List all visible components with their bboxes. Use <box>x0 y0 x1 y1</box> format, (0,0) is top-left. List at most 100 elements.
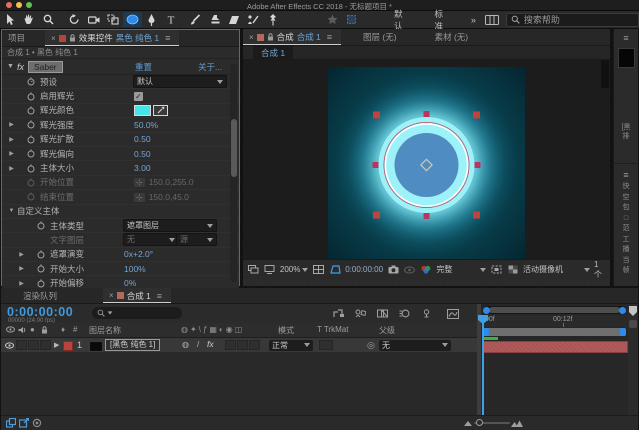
layer-switch-cell[interactable] <box>249 340 260 350</box>
layer-sampling-switch[interactable]: / <box>197 340 199 349</box>
layer-switch-cell[interactable] <box>237 340 248 350</box>
timeline-graph-area[interactable]: 00f 00:12f <box>481 304 628 415</box>
zoom-tool[interactable] <box>38 12 57 27</box>
toggle-switches-modes-icon[interactable] <box>17 418 30 429</box>
composition-image[interactable] <box>328 67 525 259</box>
collapse-triangle-icon[interactable]: ▼ <box>7 208 16 214</box>
snapshot-camera-icon[interactable] <box>387 264 399 275</box>
timeline-navigator-bar[interactable] <box>489 307 620 313</box>
graph-editor-icon[interactable] <box>445 307 460 320</box>
layer-row[interactable]: ▶ 1 [黑色 纯色 1] ◍ / fx 正常 ◎ 无 <box>1 338 477 353</box>
enable-glow-checkbox[interactable]: ✓ <box>134 92 143 101</box>
brush-tool[interactable] <box>186 12 205 27</box>
search-help-field[interactable]: 搜索帮助 <box>506 13 639 27</box>
primary-viewer-icon[interactable] <box>263 264 275 275</box>
property-value[interactable]: 0% <box>124 278 136 288</box>
viewer-scrollbar[interactable] <box>601 60 609 88</box>
expand-triangle-icon[interactable]: ▶ <box>7 165 16 172</box>
layer-lock-toggle[interactable] <box>40 340 51 350</box>
expand-triangle-icon[interactable]: ▶ <box>17 251 26 258</box>
glow-color-swatch[interactable] <box>134 105 151 116</box>
expand-triangle-icon[interactable]: ▶ <box>7 136 16 143</box>
mask-visibility-icon[interactable] <box>329 264 341 275</box>
work-area-end-handle[interactable] <box>620 328 626 336</box>
stopwatch-icon[interactable] <box>25 92 37 101</box>
workspace-standard-button[interactable]: 标准 <box>423 8 463 32</box>
tab-effect-controls[interactable]: × 效果控件 黑色 纯色 1 ≡ <box>45 30 179 46</box>
region-of-interest-icon[interactable] <box>490 264 502 275</box>
current-timecode[interactable]: 0:00:00:00 <box>7 305 73 319</box>
parent-column[interactable]: 父级 <box>379 325 395 336</box>
expand-triangle-icon[interactable]: ▶ <box>7 150 16 157</box>
composition-subtab[interactable]: 合成 1 <box>253 46 293 60</box>
puppet-pin-tool[interactable] <box>263 12 282 27</box>
transparency-grid-icon[interactable] <box>507 264 519 275</box>
magnification-dropdown[interactable]: 200% <box>280 265 308 274</box>
active-camera-dropdown[interactable]: 活动摄像机 <box>523 264 590 275</box>
zoom-slider-knob[interactable] <box>476 419 483 426</box>
grid-guides-icon[interactable] <box>312 264 324 275</box>
timeline-search-field[interactable] <box>92 307 182 319</box>
rotation-tool[interactable] <box>65 12 84 27</box>
workspace-default-button[interactable]: 默认 <box>382 8 422 32</box>
camera-tool[interactable] <box>85 12 104 27</box>
comp-button-icon[interactable] <box>629 320 637 328</box>
type-tool[interactable]: T <box>161 12 180 27</box>
parent-dropdown[interactable]: 无 <box>379 340 451 351</box>
stopwatch-icon[interactable] <box>25 149 37 158</box>
layer-name[interactable]: [黑色 纯色 1] <box>105 339 160 351</box>
stopwatch-icon[interactable] <box>25 135 37 144</box>
work-area-bar[interactable] <box>483 328 626 336</box>
timeline-zoom-slider[interactable] <box>474 422 510 424</box>
parent-pickwhip-icon[interactable]: ◎ <box>367 340 375 351</box>
navigator-end-handle[interactable] <box>619 307 626 314</box>
workspace-overflow-button[interactable]: » <box>463 15 483 25</box>
collapse-effect-icon[interactable]: ▼ <box>7 63 14 70</box>
trkmat-cell[interactable] <box>319 340 333 350</box>
layer-solo-toggle[interactable] <box>28 340 39 350</box>
panel-menu-icon[interactable]: ≡ <box>614 31 638 45</box>
property-value[interactable]: 0.50 <box>134 134 151 144</box>
frame-blending-icon[interactable] <box>375 307 390 320</box>
channels-icon[interactable] <box>420 264 432 275</box>
navigator-start-handle[interactable] <box>483 307 490 314</box>
clone-stamp-tool[interactable] <box>205 12 224 27</box>
scrollbar-thumb[interactable] <box>231 119 237 177</box>
tab-project[interactable]: 项目 <box>2 30 31 46</box>
motion-blur-icon[interactable] <box>397 307 412 320</box>
roto-brush-tool[interactable] <box>244 12 263 27</box>
stopwatch-icon[interactable] <box>35 264 47 273</box>
tab-footage[interactable]: 素材 (无) <box>429 29 475 45</box>
effect-name[interactable]: Saber <box>28 61 63 73</box>
layer-audio-toggle[interactable] <box>16 340 27 350</box>
layer-expand-triangle[interactable]: ▶ <box>54 341 59 349</box>
resolution-dropdown[interactable]: 完整 <box>436 264 486 275</box>
work-area-start-handle[interactable] <box>483 328 489 336</box>
reset-effect-link[interactable]: 重置 <box>135 61 152 73</box>
layer-quality-switch[interactable]: ◍ <box>182 340 189 349</box>
selection-tool[interactable] <box>0 12 19 27</box>
stopwatch-icon[interactable] <box>25 77 37 86</box>
brainstorm-icon[interactable] <box>419 307 434 320</box>
eraser-tool[interactable] <box>225 12 244 27</box>
composition-stage[interactable] <box>243 60 610 259</box>
playhead-line[interactable] <box>482 315 484 415</box>
always-preview-icon[interactable] <box>247 264 259 275</box>
layer-switch-cell[interactable] <box>225 340 236 350</box>
stopwatch-icon[interactable] <box>35 279 47 288</box>
panel-menu-icon[interactable]: ≡ <box>324 32 335 42</box>
close-tab-icon[interactable]: × <box>51 34 56 43</box>
hand-tool[interactable] <box>19 12 38 27</box>
close-tab-icon[interactable]: × <box>249 33 254 42</box>
tab-layer[interactable]: 图层 (无) <box>357 29 403 45</box>
layer-fx-switch[interactable]: fx <box>207 339 214 349</box>
ellipse-tool[interactable] <box>123 12 142 27</box>
core-type-dropdown[interactable]: 遮罩图层 <box>123 219 217 232</box>
panel-menu-icon[interactable]: ≡ <box>614 168 638 182</box>
view-layout-dropdown[interactable]: 1个 <box>594 260 606 280</box>
property-value[interactable]: 3.00 <box>134 163 151 173</box>
layer-name-column[interactable]: 图层名称 <box>89 325 121 336</box>
stopwatch-icon[interactable] <box>25 106 37 115</box>
property-value[interactable]: 100% <box>124 264 146 274</box>
tab-comp-timeline[interactable]: × 合成 1 ≡ <box>103 288 171 303</box>
